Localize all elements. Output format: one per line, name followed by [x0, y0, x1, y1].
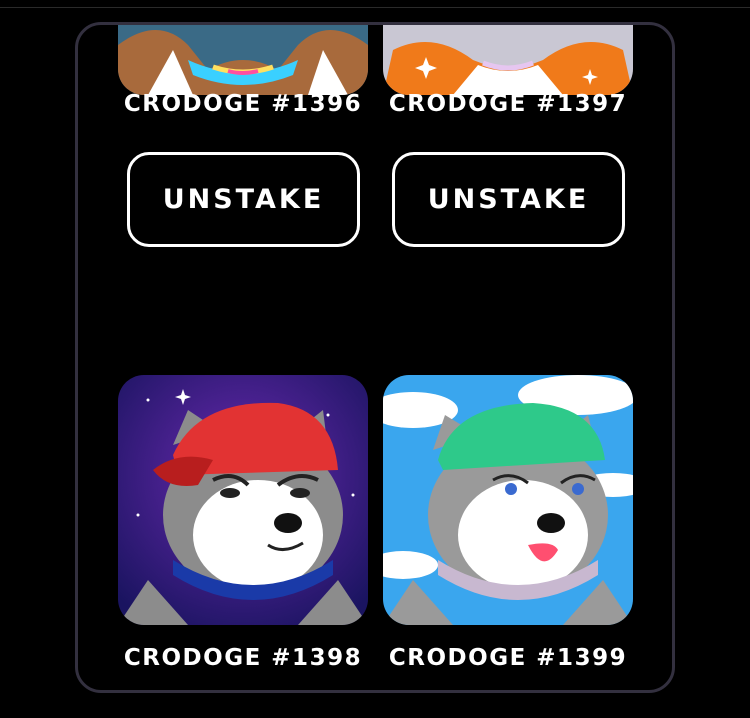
nft-name-1396: CRODOGE #1396 — [123, 91, 363, 117]
nft-name-1398: CRODOGE #1398 — [123, 645, 363, 671]
top-divider — [0, 7, 750, 8]
nft-name-1399: CRODOGE #1399 — [388, 645, 628, 671]
nft-image-1399 — [383, 375, 633, 625]
nft-name-1397: CRODOGE #1397 — [388, 91, 628, 117]
nft-image-1397 — [383, 25, 633, 95]
unstake-button-1397[interactable]: UNSTAKE — [392, 152, 625, 247]
nft-image-1396 — [118, 25, 368, 95]
unstake-button-1396[interactable]: UNSTAKE — [127, 152, 360, 247]
staked-nft-panel[interactable]: CRODOGE #1396 UNSTAKE CRODOGE #1397 UNST… — [75, 22, 675, 693]
nft-image-1398 — [118, 375, 368, 625]
